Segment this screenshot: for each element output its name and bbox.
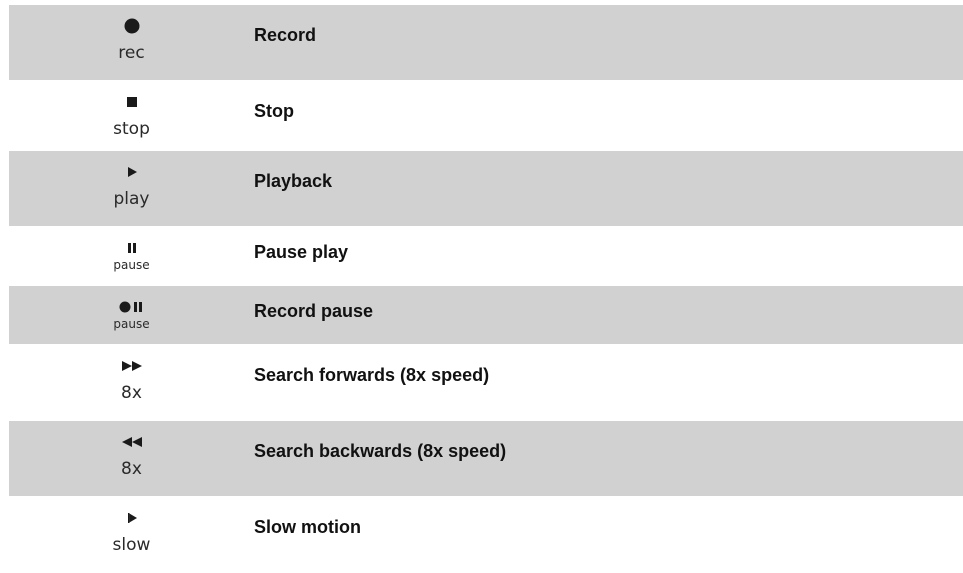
record-pause-icon <box>117 296 147 318</box>
controls-table: rec Record stop Stop play Playback pause <box>9 5 963 573</box>
row-label: Slow motion <box>254 517 361 537</box>
table-row: pause Pause play <box>9 227 963 286</box>
icon-sublabel: rec <box>118 43 145 63</box>
icon-sublabel: 8x <box>121 383 142 403</box>
icon-sublabel: pause <box>113 258 150 272</box>
icon-sublabel: play <box>113 189 150 209</box>
row-label: Stop <box>254 101 294 121</box>
fast-forward-icon <box>117 355 147 377</box>
pause-bars-icon <box>117 237 147 259</box>
table-row: play Playback <box>9 151 963 227</box>
row-label: Search backwards (8x speed) <box>254 441 507 461</box>
stop-square-icon <box>117 91 147 113</box>
rewind-icon <box>117 431 147 453</box>
table-row: stop Stop <box>9 81 963 151</box>
row-label: Record pause <box>254 301 374 321</box>
icon-sublabel: stop <box>113 119 150 139</box>
record-dot-icon <box>117 15 147 37</box>
icon-sublabel: pause <box>113 317 150 331</box>
play-triangle-icon <box>117 161 147 183</box>
row-label: Pause play <box>254 242 349 262</box>
icon-sublabel: 8x <box>121 459 142 479</box>
row-label: Playback <box>254 171 333 191</box>
row-label: Record <box>254 25 317 45</box>
table-row: 8x Search backwards (8x speed) <box>9 421 963 497</box>
table-row: rec Record <box>9 5 963 81</box>
row-label: Search forwards (8x speed) <box>254 365 490 385</box>
slow-motion-icon <box>117 507 147 529</box>
icon-sublabel: slow <box>112 535 151 555</box>
table-row: 8x Search forwards (8x speed) <box>9 345 963 421</box>
table-row: pause Record pause <box>9 286 963 345</box>
